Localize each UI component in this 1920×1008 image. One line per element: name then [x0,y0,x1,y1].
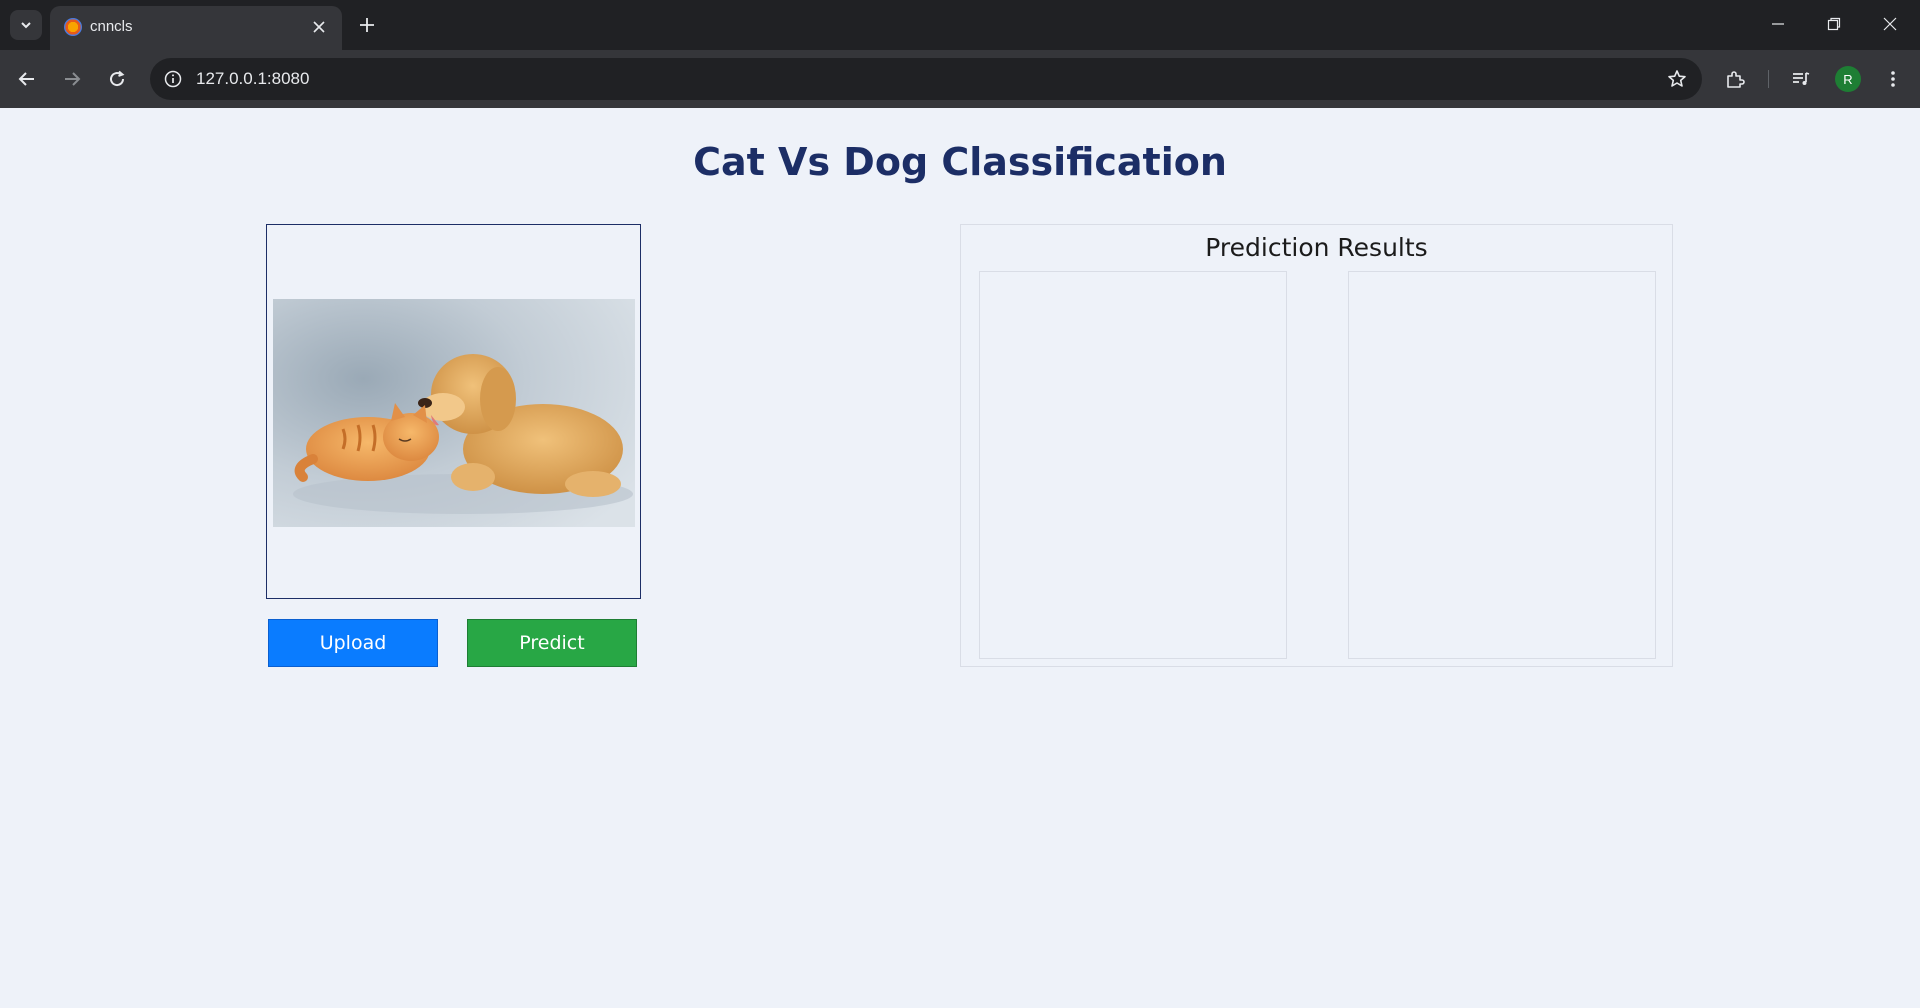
arrow-left-icon [18,72,34,86]
uploaded-photo [273,299,635,527]
result-box-right [1348,271,1656,659]
close-window-button[interactable] [1868,6,1912,42]
toolbar-divider [1768,70,1769,88]
page-content: Cat Vs Dog Classification Upload Predict… [0,108,1920,1008]
tab-title: cnncls [90,18,133,35]
tab-close-button[interactable] [306,14,332,40]
minimize-icon [1772,23,1784,25]
reload-button[interactable] [100,62,134,96]
url-text[interactable]: 127.0.0.1:8080 [196,69,309,89]
restore-icon [1827,17,1841,31]
chevron-down-icon [21,22,31,29]
plus-icon [360,18,374,32]
browser-toolbar: 127.0.0.1:8080 R [0,50,1920,108]
upload-button[interactable]: Upload [268,619,438,667]
results-title: Prediction Results [1205,233,1428,262]
favicon-icon [64,18,82,36]
profile-avatar[interactable]: R [1835,66,1861,92]
back-button[interactable] [10,62,44,96]
predict-button[interactable]: Predict [467,619,637,667]
arrow-right-icon [65,72,81,86]
restore-button[interactable] [1812,6,1856,42]
forward-button[interactable] [55,62,89,96]
bookmark-star-icon[interactable] [1662,64,1692,94]
extensions-icon[interactable] [1718,62,1752,96]
media-controls-icon[interactable] [1784,62,1818,96]
new-tab-button[interactable] [352,10,382,40]
tab-search-button[interactable] [10,10,42,40]
kebab-menu-icon[interactable] [1876,62,1910,96]
browser-tab[interactable]: cnncls [50,6,342,50]
result-box-left [979,271,1287,659]
address-bar[interactable]: 127.0.0.1:8080 [150,58,1702,100]
site-info-icon[interactable] [158,64,188,94]
close-icon [313,21,325,33]
minimize-button[interactable] [1756,6,1800,42]
prediction-results-panel: Prediction Results [960,224,1673,667]
close-icon [1883,17,1897,31]
tab-strip: cnncls [0,0,1920,50]
reload-icon [110,70,125,87]
image-preview-frame [266,224,641,599]
page-title: Cat Vs Dog Classification [693,140,1227,184]
